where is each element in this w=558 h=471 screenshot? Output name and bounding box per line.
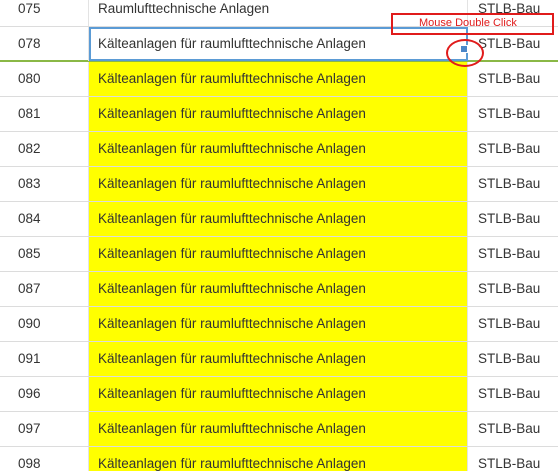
code-cell[interactable]: 096 bbox=[0, 377, 89, 411]
source-cell[interactable]: STLB-Bau bbox=[468, 342, 558, 376]
table-row[interactable]: 090 Kälteanlagen für raumlufttechnische … bbox=[0, 307, 558, 342]
name-cell[interactable]: Kälteanlagen für raumlufttechnische Anla… bbox=[89, 377, 468, 411]
source-cell[interactable]: STLB-Bau bbox=[468, 132, 558, 166]
code-cell[interactable]: 098 bbox=[0, 447, 89, 471]
code-cell[interactable]: 075 bbox=[0, 0, 89, 26]
source-cell[interactable]: STLB-Bau bbox=[468, 97, 558, 131]
code-cell[interactable]: 097 bbox=[0, 412, 89, 446]
source-cell[interactable]: STLB-Bau bbox=[468, 307, 558, 341]
name-cell[interactable]: Kälteanlagen für raumlufttechnische Anla… bbox=[89, 132, 468, 166]
source-cell[interactable]: STLB-Bau bbox=[468, 272, 558, 306]
code-cell[interactable]: 081 bbox=[0, 97, 89, 131]
table-row[interactable]: 080 Kälteanlagen für raumlufttechnische … bbox=[0, 62, 558, 97]
name-cell[interactable]: Kälteanlagen für raumlufttechnische Anla… bbox=[89, 272, 468, 306]
code-cell[interactable]: 084 bbox=[0, 202, 89, 236]
name-cell[interactable]: Kälteanlagen für raumlufttechnische Anla… bbox=[89, 62, 468, 96]
source-cell[interactable]: STLB-Bau bbox=[468, 412, 558, 446]
code-cell[interactable]: 080 bbox=[0, 62, 89, 96]
annotation-label: Mouse Double Click bbox=[419, 17, 517, 29]
name-cell[interactable]: Kälteanlagen für raumlufttechnische Anla… bbox=[89, 307, 468, 341]
table-row[interactable]: 085 Kälteanlagen für raumlufttechnische … bbox=[0, 237, 558, 272]
name-cell[interactable]: Kälteanlagen für raumlufttechnische Anla… bbox=[89, 167, 468, 201]
name-cell[interactable]: Kälteanlagen für raumlufttechnische Anla… bbox=[89, 342, 468, 376]
source-cell[interactable]: STLB-Bau bbox=[468, 167, 558, 201]
table-row[interactable]: 081 Kälteanlagen für raumlufttechnische … bbox=[0, 97, 558, 132]
code-cell[interactable]: 082 bbox=[0, 132, 89, 166]
table-row[interactable]: 098 Kälteanlagen für raumlufttechnische … bbox=[0, 447, 558, 471]
table-row[interactable]: 096 Kälteanlagen für raumlufttechnische … bbox=[0, 377, 558, 412]
name-cell[interactable]: Kälteanlagen für raumlufttechnische Anla… bbox=[89, 237, 468, 271]
table-row[interactable]: 084 Kälteanlagen für raumlufttechnische … bbox=[0, 202, 558, 237]
code-cell[interactable]: 087 bbox=[0, 272, 89, 306]
name-cell[interactable]: Kälteanlagen für raumlufttechnische Anla… bbox=[89, 202, 468, 236]
code-cell[interactable]: 091 bbox=[0, 342, 89, 376]
name-cell[interactable]: Kälteanlagen für raumlufttechnische Anla… bbox=[89, 447, 468, 471]
source-cell[interactable]: STLB-Bau bbox=[468, 447, 558, 471]
code-cell[interactable]: 085 bbox=[0, 237, 89, 271]
source-cell[interactable]: STLB-Bau bbox=[468, 237, 558, 271]
table-row[interactable]: 097 Kälteanlagen für raumlufttechnische … bbox=[0, 412, 558, 447]
source-cell[interactable]: STLB-Bau bbox=[468, 62, 558, 96]
code-cell[interactable]: 078 bbox=[0, 27, 89, 61]
code-cell[interactable]: 090 bbox=[0, 307, 89, 341]
data-grid[interactable]: 075 Raumlufttechnische Anlagen STLB-Bau … bbox=[0, 0, 558, 471]
table-row[interactable]: 083 Kälteanlagen für raumlufttechnische … bbox=[0, 167, 558, 202]
table-row[interactable]: 082 Kälteanlagen für raumlufttechnische … bbox=[0, 132, 558, 167]
source-cell[interactable]: STLB-Bau bbox=[468, 202, 558, 236]
click-marker-circle bbox=[446, 39, 484, 67]
name-cell[interactable]: Kälteanlagen für raumlufttechnische Anla… bbox=[89, 97, 468, 131]
name-cell[interactable]: Kälteanlagen für raumlufttechnische Anla… bbox=[89, 412, 468, 446]
table-row[interactable]: 087 Kälteanlagen für raumlufttechnische … bbox=[0, 272, 558, 307]
table-row[interactable]: 091 Kälteanlagen für raumlufttechnische … bbox=[0, 342, 558, 377]
code-cell[interactable]: 083 bbox=[0, 167, 89, 201]
source-cell[interactable]: STLB-Bau bbox=[468, 377, 558, 411]
